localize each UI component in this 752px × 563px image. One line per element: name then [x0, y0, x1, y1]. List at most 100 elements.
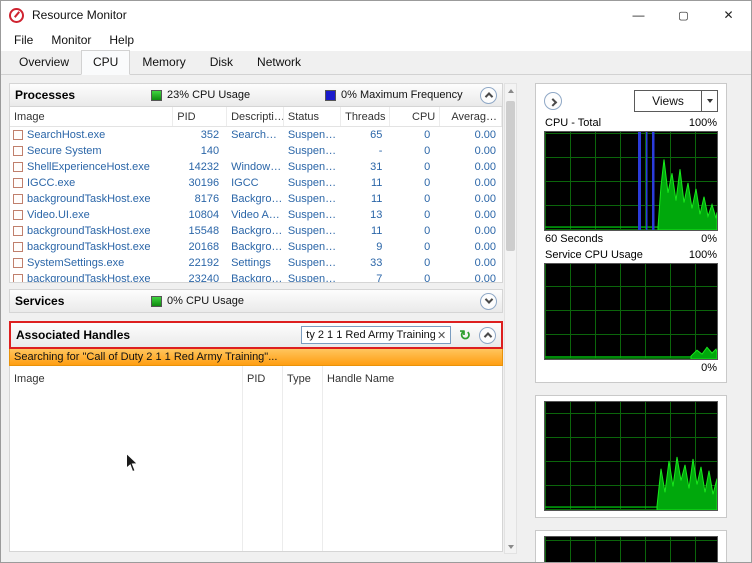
cpu-total-label-row: CPU - Total 100% — [544, 115, 718, 131]
column-header-threads[interactable]: Threads — [341, 107, 391, 126]
service-cpu-min-label: 0% — [701, 362, 717, 374]
table-row[interactable]: backgroundTaskHost.exe 23240 Backgro… Su… — [10, 271, 502, 283]
tab-cpu[interactable]: CPU — [81, 50, 130, 75]
search-refresh-icon[interactable]: ↻ — [455, 327, 475, 344]
process-threads: 13 — [341, 209, 391, 221]
table-row[interactable]: backgroundTaskHost.exe 8176 Backgro… Sus… — [10, 191, 502, 207]
row-checkbox[interactable] — [13, 226, 23, 236]
table-row[interactable]: backgroundTaskHost.exe 20168 Backgro… Su… — [10, 239, 502, 255]
chevron-up-icon — [484, 92, 492, 100]
handles-table-header: Image PID Type Handle Name — [10, 366, 502, 388]
process-name: IGCC.exe — [27, 177, 75, 189]
tab-disk[interactable]: Disk — [198, 50, 245, 75]
process-cpu: 0 — [390, 145, 440, 157]
cpu-core-graph-box-2 — [535, 530, 727, 562]
process-status: Suspen… — [284, 273, 341, 283]
handles-column-type[interactable]: Type — [283, 366, 323, 388]
handles-column-image[interactable]: Image — [10, 366, 243, 388]
services-expand-button[interactable] — [480, 293, 497, 310]
views-dropdown-arrow[interactable] — [701, 91, 717, 111]
row-checkbox[interactable] — [13, 162, 23, 172]
views-row: Views — [544, 89, 718, 113]
table-row[interactable]: SearchHost.exe 352 Search… Suspen… 65 0 … — [10, 127, 502, 143]
process-cpu: 0 — [390, 273, 440, 283]
table-row[interactable]: SystemSettings.exe 22192 Settings Suspen… — [10, 255, 502, 271]
close-button[interactable]: ✕ — [706, 1, 751, 29]
service-cpu-title: Service CPU Usage — [545, 249, 643, 261]
row-checkbox[interactable] — [13, 194, 23, 204]
handles-collapse-button[interactable] — [479, 327, 496, 344]
row-checkbox[interactable] — [13, 130, 23, 140]
process-threads: 7 — [341, 273, 391, 283]
process-cpu: 0 — [390, 161, 440, 173]
table-row[interactable]: Secure System 140 Suspen… - 0 0.00 — [10, 143, 502, 159]
processes-table-header: Image PID Descripti… Status Threads CPU … — [10, 107, 502, 127]
app-icon — [9, 8, 24, 23]
handles-column-handle-name[interactable]: Handle Name — [323, 366, 502, 388]
process-name: ShellExperienceHost.exe — [27, 161, 150, 173]
scroll-down-icon[interactable] — [505, 540, 516, 553]
column-header-status[interactable]: Status — [284, 107, 341, 126]
handles-body-column — [10, 388, 243, 551]
tab-overview[interactable]: Overview — [7, 50, 81, 75]
service-cpu-label-row: Service CPU Usage 100% — [544, 247, 718, 263]
column-header-pid[interactable]: PID — [173, 107, 227, 126]
scrollbar-track[interactable] — [505, 97, 516, 540]
title-bar: Resource Monitor — ▢ ✕ — [1, 1, 751, 29]
handles-column-pid[interactable]: PID — [243, 366, 283, 388]
maximize-button[interactable]: ▢ — [661, 1, 706, 29]
column-header-average[interactable]: Averag… — [440, 107, 502, 126]
column-header-cpu[interactable]: CPU — [390, 107, 440, 126]
scrollbar-thumb[interactable] — [506, 101, 515, 251]
scroll-up-icon[interactable] — [505, 84, 516, 97]
row-checkbox[interactable] — [13, 274, 23, 283]
process-name: backgroundTaskHost.exe — [27, 193, 151, 205]
vertical-scrollbar[interactable] — [504, 83, 517, 554]
handles-table-body — [10, 388, 502, 551]
services-title: Services — [15, 294, 151, 308]
handles-body-column — [243, 388, 283, 551]
table-row[interactable]: backgroundTaskHost.exe 15548 Backgro… Su… — [10, 223, 502, 239]
menu-file[interactable]: File — [5, 33, 42, 47]
cpu-total-min-label: 0% — [701, 233, 717, 245]
views-dropdown-button[interactable]: Views — [634, 90, 718, 112]
process-description: Video A… — [227, 209, 284, 221]
menu-monitor[interactable]: Monitor — [42, 33, 100, 47]
table-row[interactable]: Video.UI.exe 10804 Video A… Suspen… 13 0… — [10, 207, 502, 223]
tab-bar: Overview CPU Memory Disk Network — [1, 51, 751, 75]
menu-help[interactable]: Help — [100, 33, 143, 47]
row-checkbox[interactable] — [13, 258, 23, 268]
handles-body-column — [323, 388, 502, 551]
panel-expand-button[interactable] — [544, 92, 562, 110]
chevron-down-icon — [707, 99, 713, 103]
processes-collapse-button[interactable] — [480, 87, 497, 104]
table-row[interactable]: ShellExperienceHost.exe 14232 Window… Su… — [10, 159, 502, 175]
process-threads: 11 — [341, 177, 391, 189]
tab-network[interactable]: Network — [245, 50, 313, 75]
cpu-tab-content: Processes 23% CPU Usage 0% Maximum Frequ… — [1, 75, 751, 562]
menu-bar: File Monitor Help — [1, 29, 751, 51]
cpu-usage-label: 23% CPU Usage — [167, 89, 325, 101]
processes-table: Image PID Descripti… Status Threads CPU … — [9, 107, 503, 283]
column-header-image[interactable]: Image — [10, 107, 173, 126]
process-average: 0.00 — [440, 257, 502, 269]
handle-search-input[interactable] — [306, 329, 435, 341]
process-threads: - — [341, 145, 391, 157]
tab-memory[interactable]: Memory — [130, 50, 197, 75]
chevron-right-icon — [549, 98, 557, 106]
row-checkbox[interactable] — [13, 178, 23, 188]
process-status: Suspen… — [284, 177, 341, 189]
process-name: SystemSettings.exe — [27, 257, 124, 269]
process-threads: 11 — [341, 225, 391, 237]
process-description: Backgro… — [227, 273, 284, 283]
column-header-description[interactable]: Descripti… — [227, 107, 284, 126]
table-row[interactable]: IGCC.exe 30196 IGCC Suspen… 11 0 0.00 — [10, 175, 502, 191]
clear-search-icon[interactable]: ✕ — [435, 329, 448, 342]
cpu-core-graph — [544, 401, 718, 511]
minimize-button[interactable]: — — [616, 1, 661, 29]
row-checkbox[interactable] — [13, 242, 23, 252]
row-checkbox[interactable] — [13, 146, 23, 156]
process-cpu: 0 — [390, 129, 440, 141]
process-average: 0.00 — [440, 241, 502, 253]
row-checkbox[interactable] — [13, 210, 23, 220]
